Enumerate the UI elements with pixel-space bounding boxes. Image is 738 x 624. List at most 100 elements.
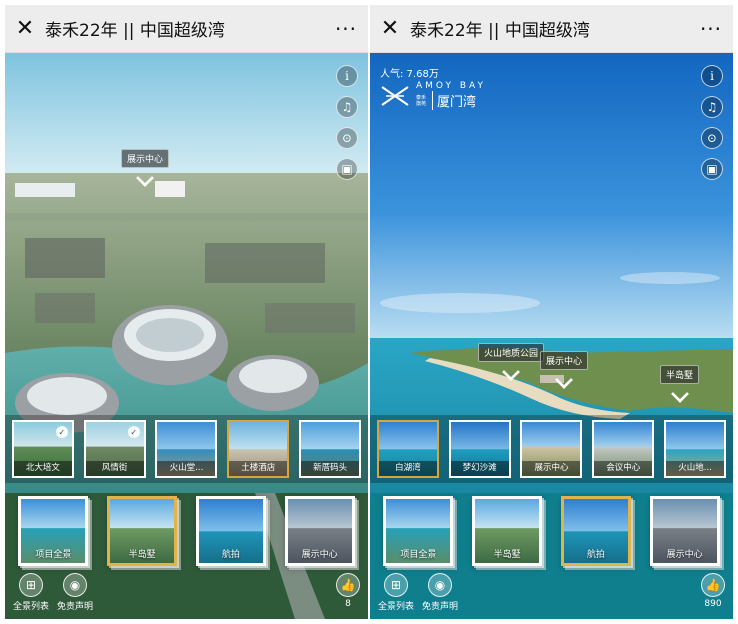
card-image: 航拍 [563,499,628,563]
info-icon[interactable]: i [336,65,358,87]
panorama-list-button[interactable]: ⊞ 全景列表 [378,573,414,612]
thumb-label: 新厝码头 [301,461,360,476]
phone-left: ✕ 泰禾22年 || 中国超级湾 ··· i ♫ ⊙ ▣ 展示中心 ✓ 北大培文… [5,5,368,619]
scene-thumb[interactable]: ✓ 北大培文 [11,420,74,478]
chevron-down-icon [670,385,689,403]
panorama-view[interactable]: i ♫ ⊙ ▣ 展示中心 ✓ 北大培文 ✓ 风情街 火山堂... 土楼酒店 新厝… [5,53,368,619]
more-icon[interactable]: ··· [324,5,368,53]
disclaimer-button[interactable]: ◉ 免责声明 [422,573,458,612]
card-label: 项目全景 [400,550,437,560]
thumbs-up-icon: 👍 [336,573,360,597]
close-icon[interactable]: ✕ [5,5,45,53]
like-count: 890 [704,599,722,609]
page-title: 泰禾22年 || 中国超级湾 [45,21,225,41]
scene-thumb[interactable]: 会议中心 [592,420,655,478]
panorama-view[interactable]: 人气: 7.68万 AMOY BAY 泰禾 旗苑 厦门湾 i ♫ ⊙ ▣ 火山地… [370,53,733,619]
card-label: 展示中心 [301,550,338,560]
vr-icon[interactable]: ⊙ [701,127,723,149]
thumb-label: 梦幻沙滩 [450,461,509,476]
group-card[interactable]: 半岛墅 [107,496,178,566]
scene-thumb[interactable]: ✓ 风情街 [83,420,146,478]
card-label: 展示中心 [666,550,703,560]
music-icon[interactable]: ♫ [701,96,723,118]
card-image: 半岛墅 [475,499,540,563]
scene-thumb[interactable]: 梦幻沙滩 [448,420,511,478]
hotspot-volcano-park[interactable]: 火山地质公园 [478,343,545,381]
thumb-label: 会议中心 [594,461,653,476]
card-image: 项目全景 [386,499,451,563]
logo-english: AMOY BAY [416,81,487,91]
like-button[interactable]: 👍 890 [701,573,725,609]
thumbs-up-icon: 👍 [701,573,725,597]
card-label: 航拍 [586,550,605,560]
thumb-label: 白湖湾 [378,461,437,476]
hotspot-showroom[interactable]: 展示中心 [540,351,589,389]
hotspot-label: 展示中心 [121,149,170,168]
panorama-list-label: 全景列表 [13,602,50,612]
card-label: 半岛墅 [128,550,156,560]
group-card[interactable]: 展示中心 [649,496,720,566]
bottom-bar: ⊞ 全景列表 ◉ 免责声明 👍 890 [370,573,733,619]
thumb-label: 火山堂... [157,461,216,476]
card-image: 航拍 [198,499,263,563]
chevron-down-icon [136,169,154,187]
gyroscope-icon[interactable]: ▣ [701,158,723,180]
disclaimer-label: 免责声明 [57,602,94,612]
disclaimer-label: 免责声明 [422,602,459,612]
logo-small-text: 泰禾 旗苑 [416,94,427,107]
grid-icon: ⊞ [19,573,43,597]
phone-right: ✕ 泰禾22年 || 中国超级湾 ··· 人气: 7.68万 AMOY BAY … [370,5,733,619]
group-card[interactable]: 项目全景 [18,496,89,566]
side-toolbar: i ♫ ⊙ ▣ [701,65,723,180]
music-icon[interactable]: ♫ [336,96,358,118]
disclaimer-icon: ◉ [428,573,453,597]
card-label: 半岛墅 [493,550,521,560]
close-icon[interactable]: ✕ [370,5,410,53]
group-card[interactable]: 半岛墅 [472,496,543,566]
thumb-label: 展示中心 [522,461,581,476]
gyroscope-icon[interactable]: ▣ [336,158,358,180]
chevron-down-icon [502,363,520,381]
group-card[interactable]: 项目全景 [383,496,454,566]
hotspot-label: 火山地质公园 [478,343,545,362]
group-card[interactable]: 航拍 [195,496,266,566]
group-card-strip: 项目全景 半岛墅 航拍 展示中心 [370,491,733,571]
scene-thumb[interactable]: 火山堂... [155,420,218,478]
more-icon[interactable]: ··· [689,5,733,53]
titlebar: ✕ 泰禾22年 || 中国超级湾 ··· [5,5,368,53]
check-icon: ✓ [127,426,140,438]
hotspot-showroom[interactable]: 展示中心 [121,149,170,187]
screenshot-canvas: ✕ 泰禾22年 || 中国超级湾 ··· i ♫ ⊙ ▣ 展示中心 ✓ 北大培文… [0,0,738,624]
brand-logo: AMOY BAY 泰禾 旗苑 厦门湾 [380,81,486,110]
disclaimer-button[interactable]: ◉ 免责声明 [57,573,93,612]
card-image: 展示中心 [287,499,352,563]
hotspot-label: 展示中心 [540,351,589,370]
like-button[interactable]: 👍 8 [336,573,360,609]
logo-chinese: 厦门湾 [432,91,476,110]
panorama-list-button[interactable]: ⊞ 全景列表 [13,573,49,612]
scene-thumbnail-strip: ✓ 北大培文 ✓ 风情街 火山堂... 土楼酒店 新厝码头 [5,415,368,483]
card-image: 半岛墅 [110,499,175,563]
card-label: 航拍 [221,550,240,560]
hotspot-peninsula-villa[interactable]: 半岛墅 [660,365,700,403]
scene-thumb[interactable]: 土楼酒店 [227,420,290,478]
scene-thumb[interactable]: 火山地... [664,420,727,478]
card-image: 展示中心 [652,499,717,563]
logo-mark-icon [380,85,410,107]
chevron-down-icon [555,371,573,389]
page-title: 泰禾22年 || 中国超级湾 [410,21,590,41]
thumb-label: 风情街 [85,461,144,476]
hotspot-label: 半岛墅 [660,365,700,384]
info-icon[interactable]: i [701,65,723,87]
group-card-strip: 项目全景 半岛墅 航拍 展示中心 [5,491,368,571]
group-card[interactable]: 航拍 [560,496,631,566]
group-card[interactable]: 展示中心 [284,496,355,566]
scene-thumb[interactable]: 新厝码头 [299,420,362,478]
vr-icon[interactable]: ⊙ [336,127,358,149]
side-toolbar: i ♫ ⊙ ▣ [336,65,358,180]
scene-thumbnail-strip: 白湖湾 梦幻沙滩 展示中心 会议中心 火山地... [370,415,733,483]
card-label: 项目全景 [35,550,72,560]
scene-thumb[interactable]: 白湖湾 [376,420,439,478]
scene-thumb[interactable]: 展示中心 [520,420,583,478]
bottom-bar: ⊞ 全景列表 ◉ 免责声明 👍 8 [5,573,368,619]
